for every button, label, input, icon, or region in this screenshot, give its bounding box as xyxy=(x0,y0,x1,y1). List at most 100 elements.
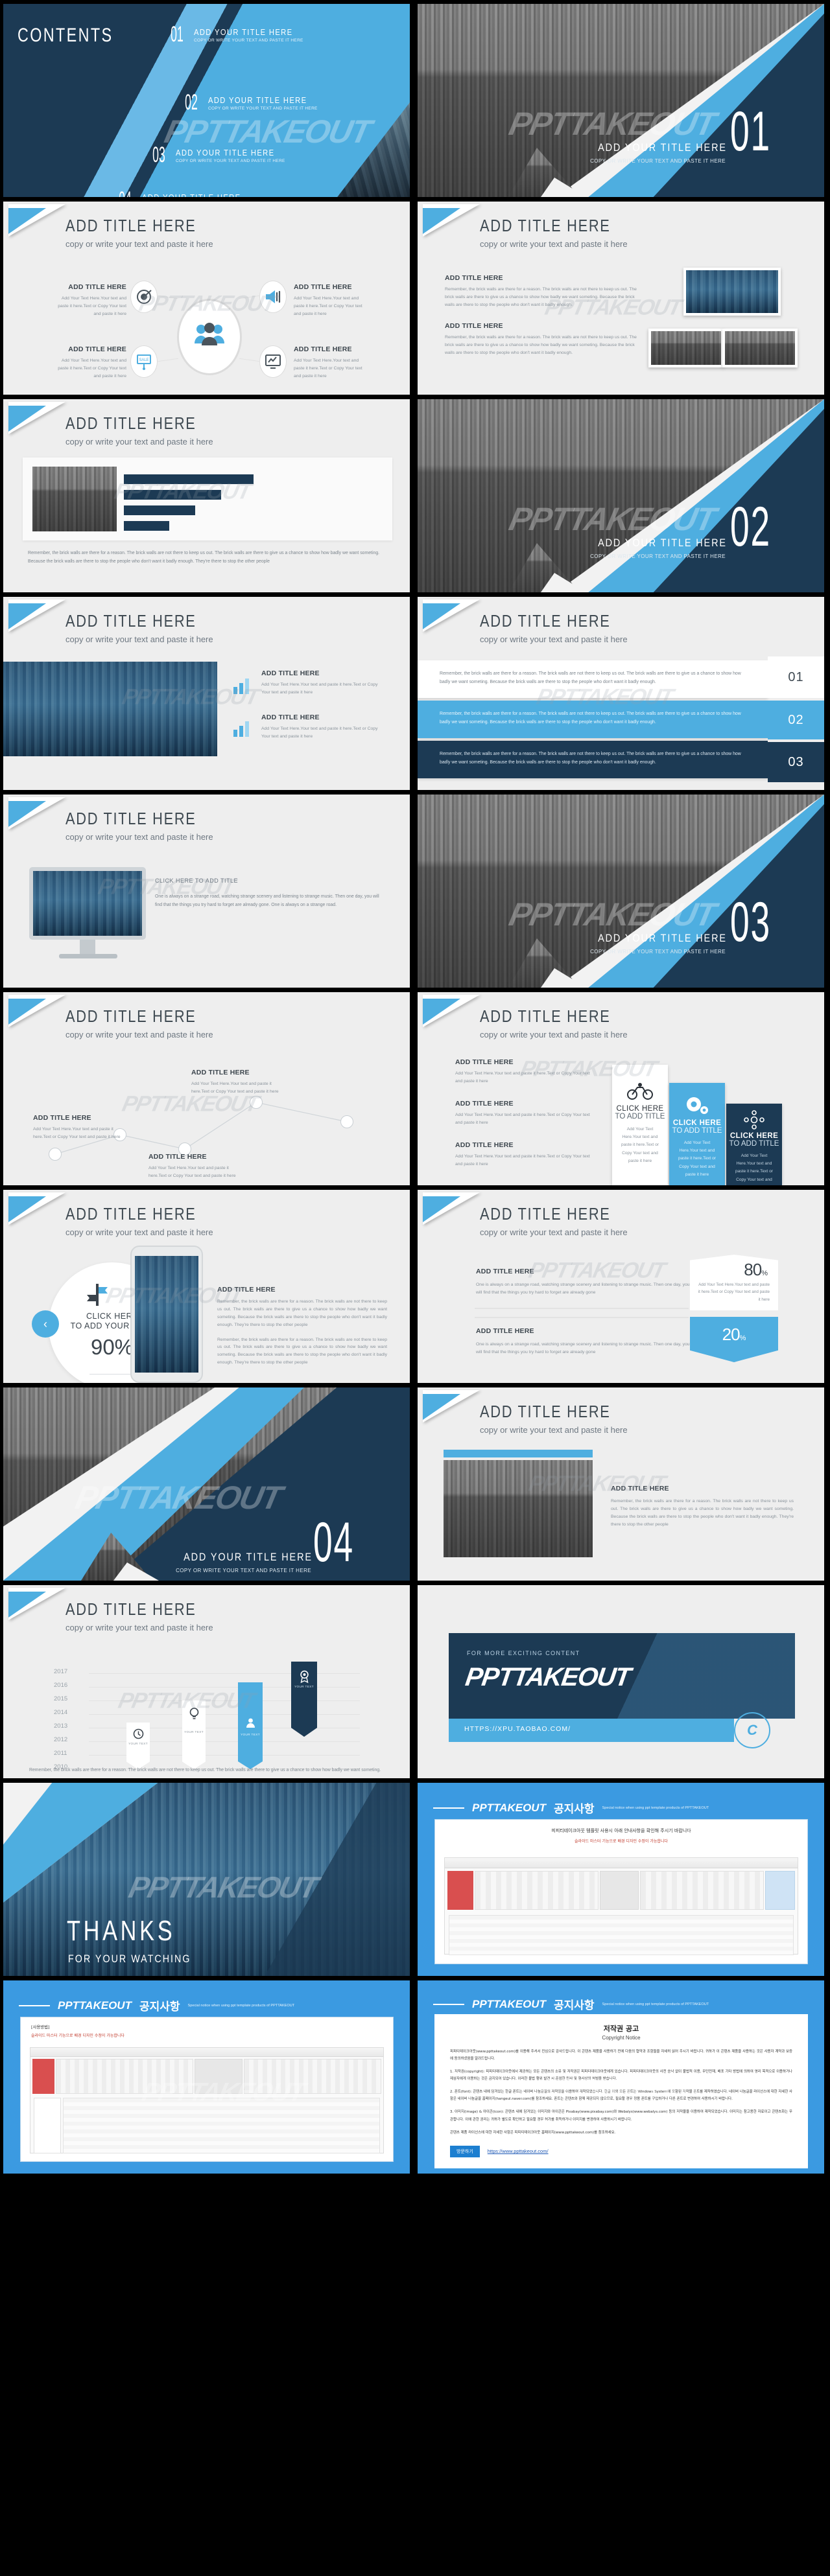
pin-label: YOUR TEXT xyxy=(294,1685,314,1688)
section-number: 02 xyxy=(730,496,772,558)
percent-row-1: ADD TITLE HERE One is always on a strang… xyxy=(476,1268,690,1297)
contents-item-1[interactable]: 01 ADD YOUR TITLE HERE COPY OR WRITE YOU… xyxy=(165,22,309,47)
timeline-gridline xyxy=(89,1714,360,1715)
card-1[interactable]: CLICK HERE TO ADD TITLE Add Your Text He… xyxy=(612,1065,668,1185)
notice-logo: PPTTAKEOUT xyxy=(472,1801,546,1814)
more-url[interactable]: HTTPS://XPU.TAOBAO.COM/ xyxy=(464,1725,571,1733)
page-subtitle: copy or write your text and paste it her… xyxy=(65,1030,213,1039)
page-title: ADD TITLE HERE xyxy=(480,216,611,235)
page-title: ADD TITLE HERE xyxy=(65,611,196,631)
timeline-pin-1[interactable]: YOUR TEXT xyxy=(126,1723,150,1769)
copyright-p3: 2. 폰트(font): 콘텐츠 내에 담겨있는 한글 폰트는 네이버 나눔글꼴… xyxy=(450,2090,792,2102)
photo-1 xyxy=(683,268,781,316)
row-number-3[interactable]: 03 xyxy=(768,742,824,782)
row-number-1[interactable]: 01 xyxy=(768,656,824,698)
card-body: Add Your Text Here.Your text and paste i… xyxy=(735,1154,773,1185)
divider xyxy=(89,1374,135,1375)
copyright-title-kr: 저작권 공고 xyxy=(603,2025,639,2033)
chart-node[interactable] xyxy=(340,1115,353,1128)
pin-label: YOUR TEXT xyxy=(184,1730,204,1734)
slide-section-01[interactable]: PPTTAKEOUT 01 ADD YOUR TITLE HERE COPY O… xyxy=(418,4,824,197)
contents-item-title: ADD YOUR TITLE HERE xyxy=(194,27,293,37)
slide-timeline[interactable]: ADD TITLE HERE copy or write your text a… xyxy=(3,1585,410,1778)
rule xyxy=(433,2003,464,2005)
slide-more-content[interactable]: FOR MORE EXCITING CONTENT PPTTAKEOUT HTT… xyxy=(418,1585,824,1778)
left-block-1: ADD TITLE HERE Add Your Text Here.Your t… xyxy=(455,1058,591,1085)
block-body: Add Your Text Here.Your text and paste i… xyxy=(148,1166,236,1178)
slide-copyright[interactable]: PPTTAKEOUT 공지사항 Special notice when usin… xyxy=(418,1980,824,2174)
chart-node[interactable] xyxy=(49,1148,62,1161)
slide-notice-2[interactable]: PPTTAKEOUT 공지사항 Special notice when usin… xyxy=(3,1980,410,2174)
contents-item-2[interactable]: 02 ADD YOUR TITLE HERE COPY OR WRITE YOU… xyxy=(180,90,323,115)
notice-sheet[interactable]: 피피티테이크아웃 템플릿 사용시 아래 안내사항을 확인해 주시기 바랍니다 슬… xyxy=(434,1819,808,1964)
notice-sheet[interactable]: [사용방법] 슬라이드 마스터 기능으로 배경 디자인 수정이 가능합니다 xyxy=(20,2017,394,2162)
slide-photo-metrics[interactable]: ADD TITLE HERE copy or write your text a… xyxy=(3,597,410,790)
corner-flag xyxy=(423,599,482,633)
chart-node[interactable] xyxy=(250,1096,263,1109)
rule xyxy=(433,1807,464,1809)
slide-bars[interactable]: ADD TITLE HERE copy or write your text a… xyxy=(3,399,410,592)
slide-contents[interactable]: CONTENTS PPTTAKEOUT 01 ADD YOUR TITLE HE… xyxy=(3,4,410,197)
connector xyxy=(158,295,178,299)
slide-mountain[interactable]: ADD TITLE HERE copy or write your text a… xyxy=(418,1387,824,1581)
slide-section-04[interactable]: PPTTAKEOUT 04 ADD YOUR TITLE HERE COPY O… xyxy=(3,1387,410,1581)
timeline-pin-2[interactable]: YOUR TEXT xyxy=(182,1700,206,1769)
card-3[interactable]: CLICK HERE TO ADD TITLE Add Your Text He… xyxy=(726,1104,782,1185)
slide-section-03[interactable]: PPTTAKEOUT 03 ADD YOUR TITLE HERE COPY O… xyxy=(418,795,824,988)
bar-4 xyxy=(124,521,169,531)
timeline-year-label: 2012 xyxy=(54,1736,68,1743)
slide-line-nodes[interactable]: ADD TITLE HERE copy or write your text a… xyxy=(3,992,410,1185)
text-block-1: ADD TITLE HERE Remember, the brick walls… xyxy=(445,274,639,309)
slide-numbered-rows[interactable]: ADD TITLE HERE copy or write your text a… xyxy=(418,597,824,790)
rule xyxy=(19,2004,50,2006)
timeline-year-label: 2015 xyxy=(54,1695,68,1702)
slide-deck: CONTENTS PPTTAKEOUT 01 ADD YOUR TITLE HE… xyxy=(0,0,830,2177)
slide-thanks[interactable]: PPTTAKEOUT THANKS FOR YOUR WATCHING xyxy=(3,1783,410,1976)
visit-button[interactable]: 방문하기 xyxy=(450,2145,480,2157)
slide-three-cards[interactable]: ADD TITLE HERE copy or write your text a… xyxy=(418,992,824,1185)
notice-heading: PPTTAKEOUT 공지사항 Special notice when usin… xyxy=(19,1997,294,2013)
slide-percent[interactable]: ADD TITLE HERE copy or write your text a… xyxy=(418,1190,824,1383)
timeline-gridline xyxy=(89,1700,360,1701)
slide-hub[interactable]: ADD TITLE HERE copy or write your text a… xyxy=(3,202,410,395)
corner-flag xyxy=(8,797,68,831)
card-subtitle: TO ADD TITLE xyxy=(729,1140,779,1148)
corner-flag xyxy=(8,1192,68,1226)
thanks-subtitle: FOR YOUR WATCHING xyxy=(68,1953,191,1965)
page-title: ADD TITLE HERE xyxy=(65,1204,196,1224)
team-people-icon xyxy=(191,319,228,349)
pin-label: YOUR TEXT xyxy=(241,1733,260,1736)
page-subtitle: copy or write your text and paste it her… xyxy=(480,1425,628,1435)
accent-bar xyxy=(444,1450,593,1457)
row-number-2[interactable]: 02 xyxy=(768,701,824,739)
block-body: Remember, the brick walls are there for … xyxy=(611,1499,794,1527)
copyright-heading-kr: 공지사항 xyxy=(553,1999,595,2012)
hub-block-3: ADD TITLE HERE Add Your Text Here.Your t… xyxy=(55,345,126,380)
connector xyxy=(158,358,178,362)
slide-phone[interactable]: ADD TITLE HERE copy or write your text a… xyxy=(3,1190,410,1383)
copyright-url[interactable]: https://www.ppttakeout.com/ xyxy=(488,2148,549,2154)
corner-flag xyxy=(8,204,68,238)
percent-unit: % xyxy=(739,1334,746,1342)
timeline-pin-3[interactable]: YOUR TEXT xyxy=(238,1682,263,1769)
bar-chart-icon xyxy=(231,719,254,738)
page-subtitle: copy or write your text and paste it her… xyxy=(480,634,628,644)
slide-monitor[interactable]: ADD TITLE HERE copy or write your text a… xyxy=(3,795,410,988)
percent-badge-20: 20% xyxy=(690,1317,778,1362)
phone-screen xyxy=(135,1256,198,1373)
network-icon xyxy=(741,1110,768,1130)
contents-item-4[interactable]: 04 ADD YOUR TITLE HERE COPY OR WRITE YOU… xyxy=(113,187,257,197)
notice-heading-kr: 공지사항 xyxy=(553,1803,595,1816)
svg-text:SALE: SALE xyxy=(139,358,148,362)
slide-text-photos[interactable]: ADD TITLE HERE copy or write your text a… xyxy=(418,202,824,395)
timeline-pin-4[interactable]: YOUR TEXT xyxy=(291,1662,317,1737)
contents-item-3[interactable]: 03 ADD YOUR TITLE HERE COPY OR WRITE YOU… xyxy=(147,143,290,168)
copyright-sheet: 저작권 공고 Copyright Notice 피피티테이크아웃(www.ppt… xyxy=(434,2014,808,2168)
block-body: Add Your Text Here.Your text and paste i… xyxy=(58,358,126,378)
copyright-p4: 3. 이미지(image) & 아이콘(icon): 콘텐츠 내에 담겨있는 이… xyxy=(450,2110,792,2122)
thanks-title: THANKS xyxy=(67,1915,176,1947)
block-title: ADD TITLE HERE xyxy=(455,1058,514,1066)
slide-notice-1[interactable]: PPTTAKEOUT 공지사항 Special notice when usin… xyxy=(418,1783,824,1976)
card-2[interactable]: CLICK HERE TO ADD TITLE Add Your Text He… xyxy=(669,1083,725,1185)
slide-section-02[interactable]: PPTTAKEOUT 02 ADD YOUR TITLE HERE COPY O… xyxy=(418,399,824,592)
